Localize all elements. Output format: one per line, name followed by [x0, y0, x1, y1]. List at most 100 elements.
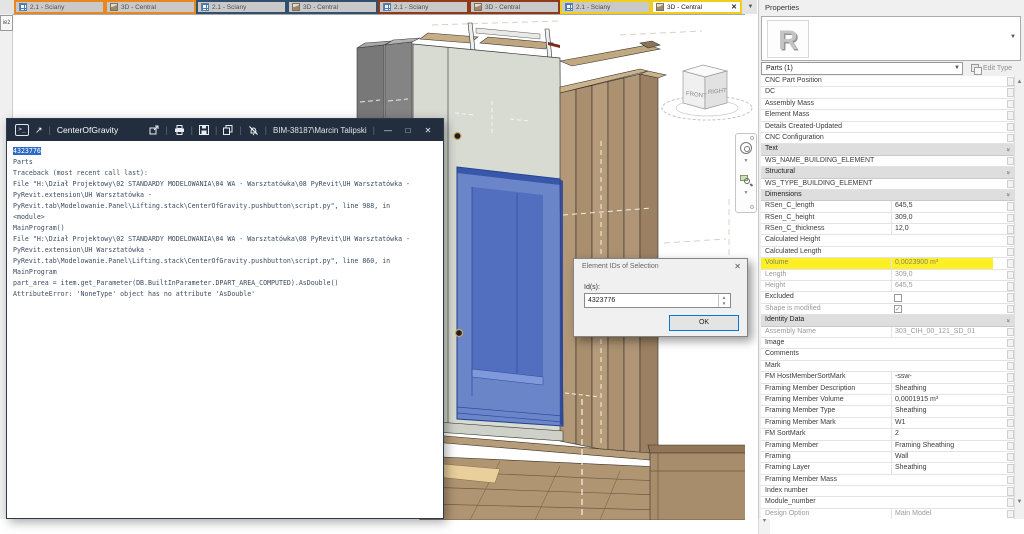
parameter-associate-button[interactable]	[1007, 111, 1014, 120]
parameter-associate-button[interactable]	[1007, 350, 1014, 359]
popout-arrow-icon[interactable]: ↗	[35, 125, 43, 136]
parameter-associate-button[interactable]	[1007, 361, 1014, 371]
tab-close-icon[interactable]: ✕	[731, 3, 737, 11]
selection-filter-combo[interactable]: Parts (1) ▼	[761, 62, 963, 75]
parameter-associate-button[interactable]	[1007, 156, 1014, 166]
parameter-associate-button[interactable]	[1007, 441, 1014, 450]
view-tab-8[interactable]: 3D - Central ✕	[651, 0, 742, 14]
parameter-value[interactable]: 303_CIH_00_121_SD_01	[891, 326, 1003, 337]
parameter-associate-button[interactable]	[1007, 304, 1014, 314]
parameter-value[interactable]: 309,0	[891, 212, 1003, 224]
parameter-value[interactable]: Sheathing	[891, 406, 1003, 417]
docked-panel-tab[interactable]: ież	[0, 15, 13, 31]
dialog-close-icon[interactable]: ✕	[734, 262, 741, 271]
notifications-off-icon[interactable]	[248, 125, 259, 136]
parameter-section-header[interactable]: Structural «	[761, 167, 1015, 179]
view-tab-2[interactable]: 3D - Central	[105, 0, 196, 14]
parameter-value[interactable]: 12,0	[891, 224, 1003, 235]
parameter-value[interactable]: Main Model	[891, 508, 1003, 519]
parameter-name: Framing Member Description	[765, 384, 856, 392]
parameter-associate-button[interactable]	[1007, 509, 1014, 519]
parameter-associate-button[interactable]	[1007, 395, 1014, 405]
view-tab-6[interactable]: 3D - Central	[469, 0, 560, 14]
save-icon[interactable]	[198, 125, 209, 135]
parameter-value[interactable]: 0,0023900 m³	[891, 258, 1003, 269]
parameter-value[interactable]: 309,0	[891, 269, 1003, 281]
ids-input[interactable]: 4323776 ▲ ▼	[584, 293, 731, 308]
close-icon[interactable]: ✕	[421, 126, 435, 135]
filter-dropdown-icon[interactable]: ▼	[954, 63, 960, 74]
parameter-associate-button[interactable]	[1007, 293, 1014, 302]
parameter-associate-button[interactable]	[1007, 99, 1014, 109]
parameter-associate-button[interactable]	[1007, 225, 1014, 234]
parameter-associate-button[interactable]	[1007, 133, 1014, 143]
parameter-associate-button[interactable]	[1007, 122, 1014, 132]
parameter-associate-button[interactable]	[1007, 498, 1014, 507]
view-tab-4[interactable]: 3D - Central	[287, 0, 378, 14]
selected-part[interactable]	[456, 166, 564, 427]
parameter-value[interactable]: 645,5	[891, 201, 1003, 212]
tab-overflow-icon[interactable]: ▼	[745, 2, 756, 12]
navbar-dropdown-icon[interactable]: ▼	[736, 158, 756, 164]
parameter-value[interactable]: W1	[891, 417, 1003, 429]
console-title-bar[interactable]: >_ ↗ | CenterOfGravity | | | | | BIM-381…	[7, 119, 443, 141]
parameter-section-header[interactable]: Text «	[761, 144, 1015, 156]
parameter-associate-button[interactable]	[1007, 430, 1014, 439]
parameter-associate-button[interactable]	[1007, 213, 1014, 223]
parameter-associate-button[interactable]	[1007, 407, 1014, 416]
ok-button[interactable]: OK	[669, 315, 739, 331]
parameter-section-header[interactable]: Dimensions «	[761, 189, 1015, 202]
parameter-associate-button[interactable]	[1007, 487, 1014, 496]
type-selector[interactable]: R ▼	[761, 16, 1021, 61]
steering-wheel-icon[interactable]	[740, 142, 752, 154]
parameter-associate-button[interactable]	[1007, 373, 1014, 382]
view-tab-5[interactable]: 2.1 - Ściany	[378, 0, 469, 14]
parameter-associate-button[interactable]	[1007, 179, 1014, 189]
edit-type-button[interactable]: Edit Type	[971, 62, 1023, 75]
navigation-bar[interactable]: ▼ ▼	[735, 133, 757, 213]
parameter-associate-button[interactable]	[1007, 247, 1014, 257]
parameter-associate-button[interactable]	[1007, 452, 1014, 462]
parameter-associate-button[interactable]	[1007, 77, 1014, 86]
type-selector-dropdown-icon[interactable]: ▼	[1010, 34, 1016, 40]
ids-spinner[interactable]: ▲ ▼	[718, 295, 729, 307]
maximize-icon[interactable]: □	[401, 126, 415, 135]
view-tab-1[interactable]: 2.1 - Ściany	[14, 0, 105, 14]
console-output[interactable]: 4323776 Parts Traceback (most recent call …	[7, 141, 443, 518]
parameter-checkbox[interactable]	[894, 293, 902, 302]
parameter-value[interactable]: Sheathing	[891, 463, 1003, 474]
parameter-associate-button[interactable]	[1007, 88, 1014, 97]
parameter-associate-button[interactable]	[1007, 236, 1014, 245]
parameter-associate-button[interactable]	[1007, 327, 1014, 337]
zoom-tool-icon[interactable]	[740, 174, 753, 187]
view-tab-7[interactable]: 2.1 - Ściany	[560, 0, 651, 14]
view-tab-3[interactable]: 2.1 - Ściany	[196, 0, 287, 14]
parameter-associate-button[interactable]	[1007, 338, 1014, 348]
print-icon[interactable]	[174, 125, 185, 135]
minimize-icon[interactable]: —	[381, 126, 395, 135]
parameter-associate-button[interactable]	[1007, 464, 1014, 473]
parameter-value[interactable]: 2	[891, 429, 1003, 440]
props-scroll-up-icon[interactable]: ▲	[1015, 79, 1024, 85]
parameter-associate-button[interactable]	[1007, 418, 1014, 428]
parameter-associate-button[interactable]	[1007, 202, 1014, 211]
properties-scrollbar[interactable]: ▲ ▼	[1014, 76, 1024, 519]
parameter-section-header[interactable]: Identity Data «	[761, 315, 1015, 327]
parameter-value[interactable]: 0,0001915 m³	[891, 394, 1003, 406]
parameter-associate-button[interactable]	[1007, 475, 1014, 485]
parameter-value[interactable]: Wall	[891, 451, 1003, 463]
parameter-value[interactable]: Sheathing	[891, 383, 1003, 394]
parameter-checkbox[interactable]: ✓	[894, 305, 902, 314]
props-scroll-down-icon[interactable]: ▼	[1015, 499, 1024, 505]
viewcube[interactable]: FRONT RIGHT	[661, 55, 766, 125]
parameter-associate-button[interactable]	[1007, 282, 1014, 291]
copy-icon[interactable]	[223, 125, 233, 135]
parameter-associate-button[interactable]	[1007, 259, 1014, 268]
parameter-associate-button[interactable]	[1007, 270, 1014, 280]
parameter-value[interactable]: 645,5	[891, 281, 1003, 292]
open-external-icon[interactable]	[149, 125, 159, 135]
parameter-value[interactable]: Framing Sheathing	[891, 440, 1003, 451]
parameter-associate-button[interactable]	[1007, 384, 1014, 394]
parameter-value[interactable]: -ssw-	[891, 372, 1003, 383]
navbar-dropdown2-icon[interactable]: ▼	[736, 190, 756, 196]
